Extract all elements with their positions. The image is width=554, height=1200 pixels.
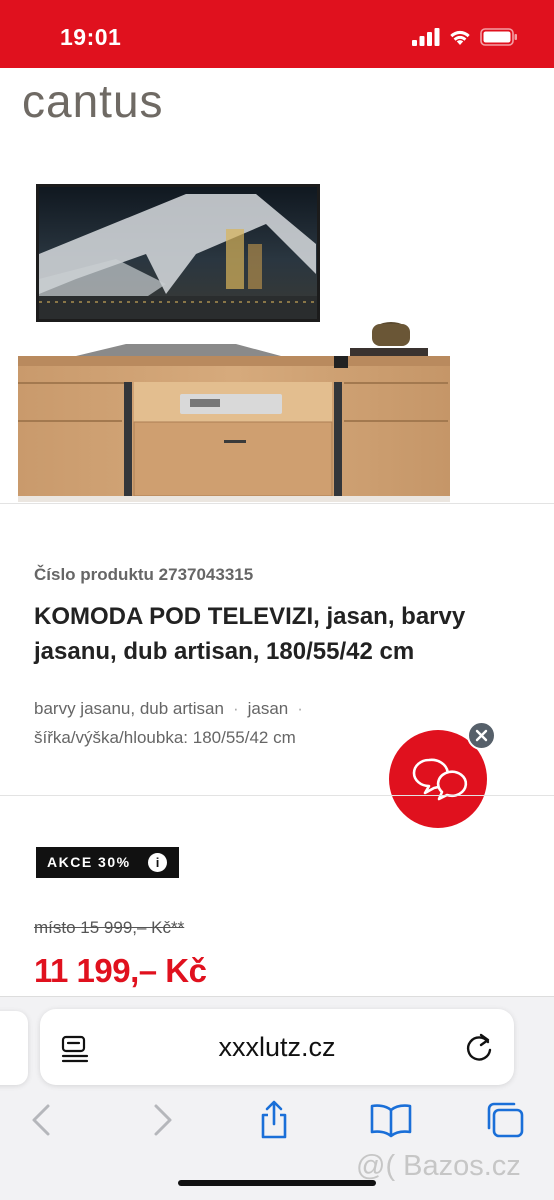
attribute-material: jasan — [247, 699, 289, 718]
product-title-bold: KOMODA — [34, 603, 143, 630]
forward-icon[interactable] — [142, 1100, 182, 1140]
attribute-separator: · — [232, 699, 239, 718]
brand-logo[interactable]: cantus — [22, 74, 164, 128]
share-icon[interactable] — [254, 1100, 294, 1140]
info-icon[interactable]: i — [148, 853, 167, 872]
bookmarks-icon[interactable] — [368, 1100, 414, 1140]
divider — [0, 503, 554, 504]
promo-badge-label: AKCE 30% — [47, 854, 131, 870]
attribute-color: barvy jasanu, dub artisan — [34, 699, 224, 718]
old-price: místo 15 999,– Kč** — [34, 918, 185, 937]
watermark: @( Bazos.cz — [356, 1150, 521, 1182]
divider — [0, 795, 554, 796]
close-icon — [475, 729, 488, 742]
reload-icon[interactable] — [465, 1031, 495, 1063]
battery-icon — [480, 28, 517, 46]
chat-close-button[interactable] — [467, 721, 496, 750]
address-bar[interactable]: xxxlutz.cz — [40, 1009, 514, 1085]
status-icons — [412, 28, 518, 46]
attribute-separator: · — [297, 699, 303, 718]
back-icon[interactable] — [22, 1100, 62, 1140]
price: 11 199,– Kč — [34, 952, 207, 989]
attribute-dimensions: šířka/výška/hloubka: 180/55/42 cm — [34, 728, 296, 747]
status-bar: 19:01 — [0, 0, 554, 68]
product-number: Číslo produktu 2737043315 — [34, 565, 254, 584]
previous-tab-preview[interactable] — [0, 1011, 28, 1085]
home-indicator[interactable] — [178, 1180, 376, 1186]
url-text[interactable]: xxxlutz.cz — [40, 1032, 514, 1063]
wifi-icon — [450, 30, 470, 45]
promo-badge[interactable]: AKCE 30% i — [36, 847, 179, 878]
product-image[interactable] — [16, 184, 452, 502]
signal-icon — [412, 28, 440, 46]
product-title: KOMODA POD TELEVIZI, jasan, barvy jasanu… — [34, 599, 524, 669]
tabs-icon[interactable] — [484, 1100, 528, 1140]
product-attributes: barvy jasanu, dub artisan · jasan · šířka/v… — [34, 694, 414, 752]
status-time: 19:01 — [60, 24, 122, 50]
